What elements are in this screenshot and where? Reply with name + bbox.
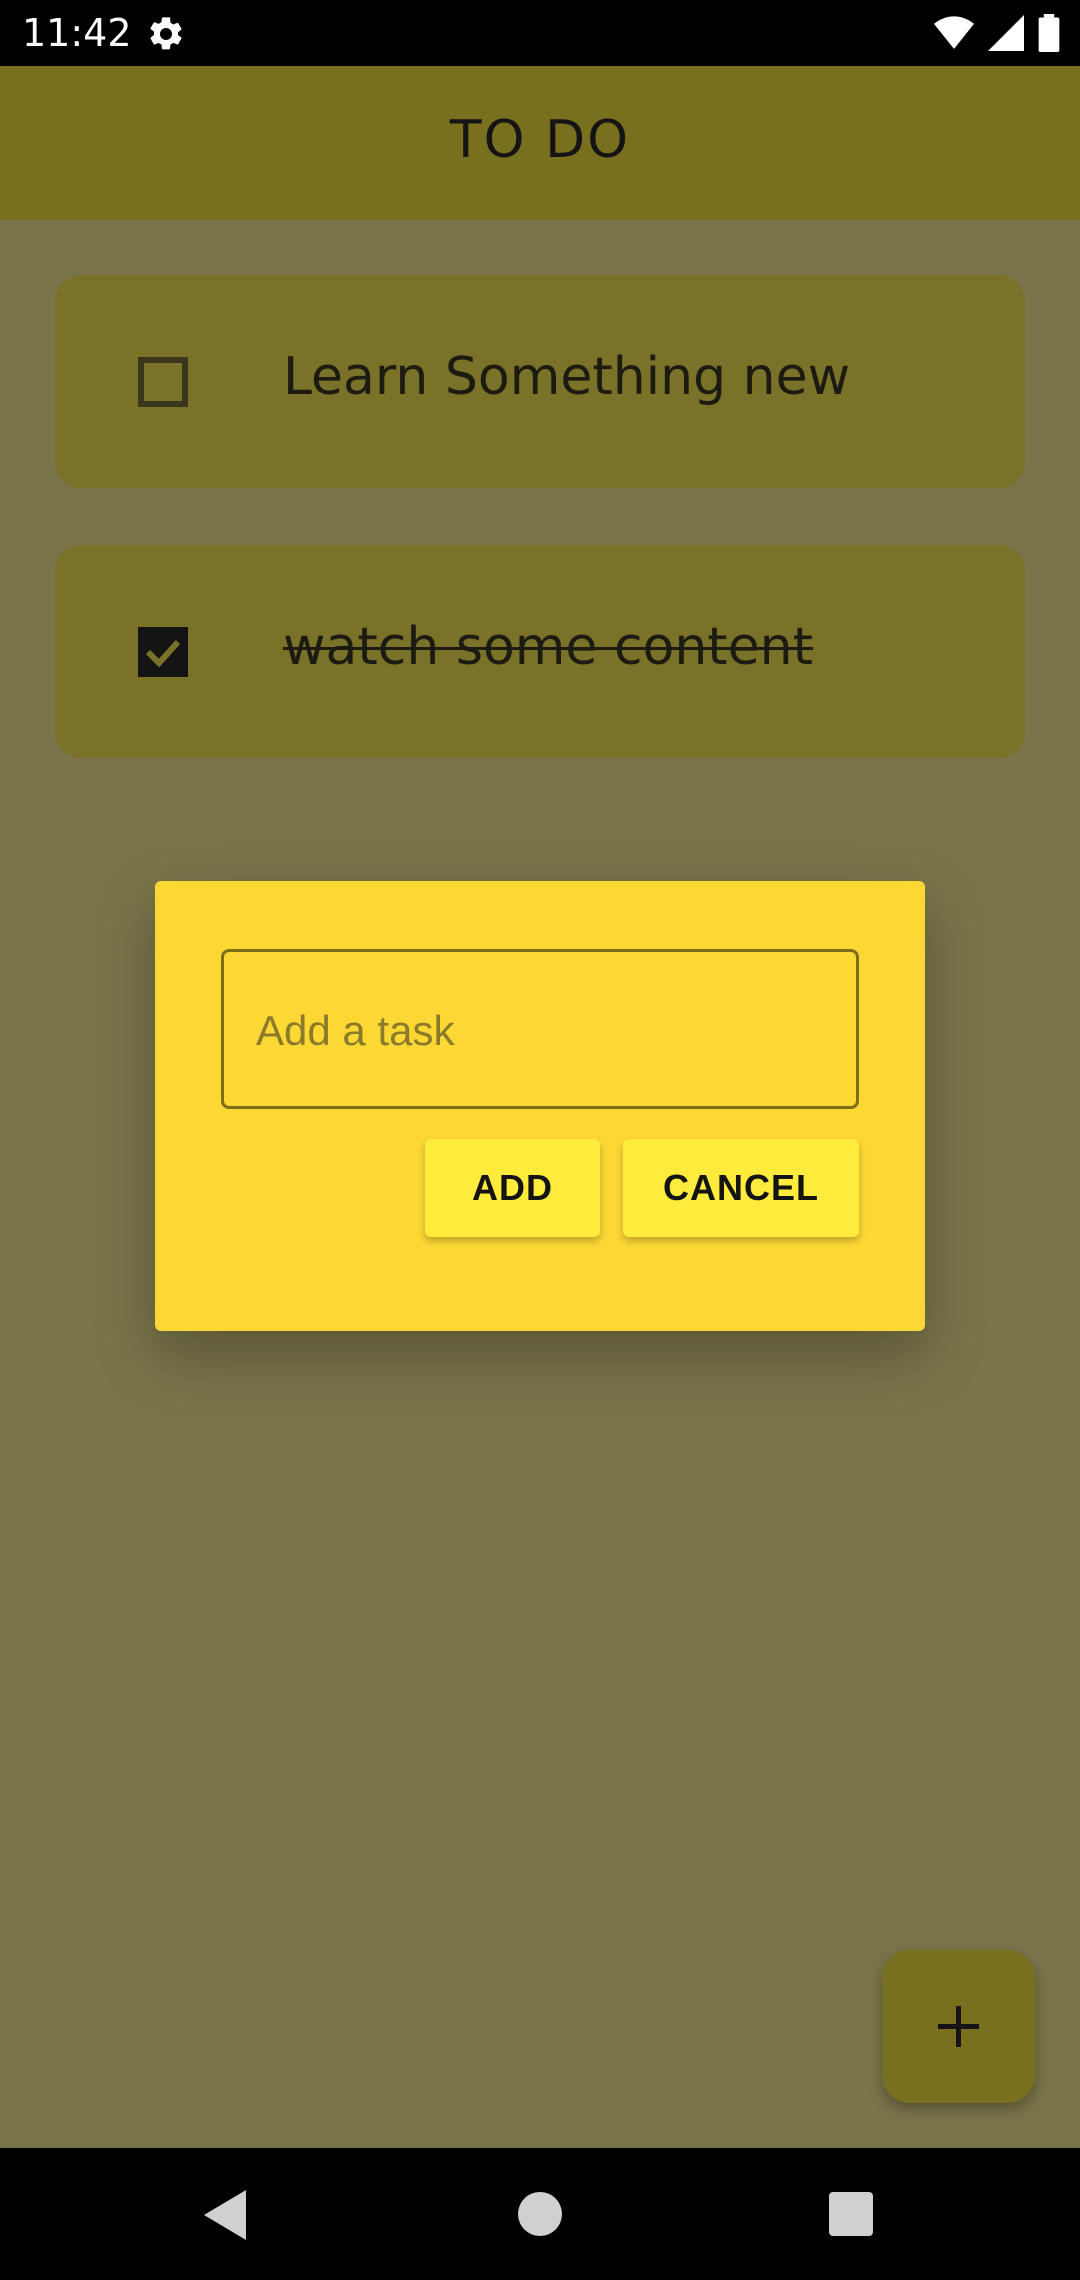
add-task-fab[interactable] [882, 1950, 1035, 2103]
task-input[interactable] [254, 1000, 818, 1062]
add-task-dialog: ADD CANCEL [155, 881, 925, 1331]
recents-icon[interactable] [829, 2192, 873, 2236]
page-title: TO DO [449, 110, 631, 170]
cancel-button[interactable]: CANCEL [623, 1139, 859, 1237]
wifi-icon [934, 16, 974, 49]
task-checkbox-unchecked[interactable] [138, 357, 188, 407]
home-icon[interactable] [518, 2192, 562, 2236]
signal-icon [988, 15, 1024, 51]
task-label-completed: watch some content [283, 617, 814, 677]
task-label: Learn Something new [283, 347, 851, 407]
battery-icon [1038, 14, 1060, 52]
task-card[interactable]: watch some content [55, 545, 1025, 758]
settings-icon [150, 17, 182, 50]
task-input-box [221, 949, 859, 1109]
task-checkbox-checked[interactable] [138, 627, 188, 677]
status-bar: 11:42 [0, 0, 1080, 66]
status-icons [934, 14, 1060, 52]
task-card[interactable]: Learn Something new [55, 275, 1025, 488]
status-time: 11:42 [22, 11, 132, 55]
back-icon[interactable] [200, 2188, 250, 2242]
navigation-bar [0, 2148, 1080, 2280]
app-bar: TO DO [0, 66, 1080, 220]
checkmark-icon [145, 639, 181, 668]
plus-icon [938, 2006, 979, 2047]
add-button[interactable]: ADD [425, 1139, 600, 1237]
